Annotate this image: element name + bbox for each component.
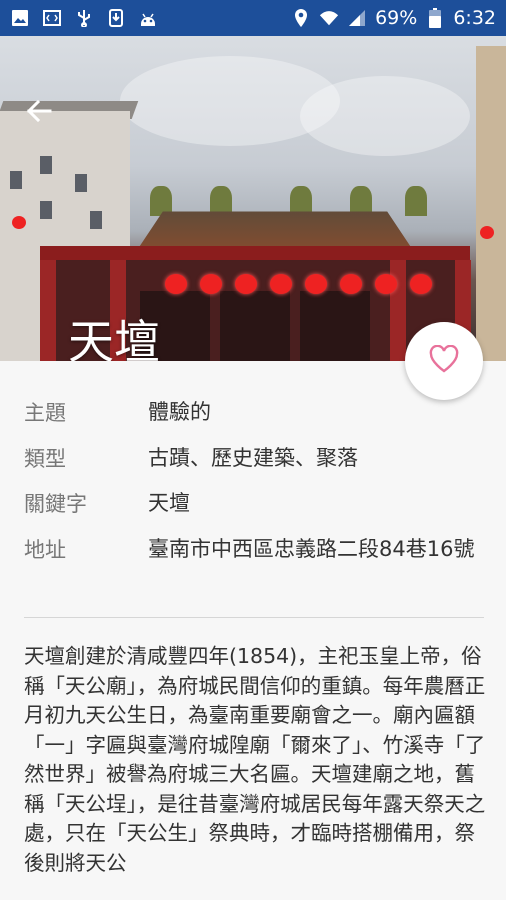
image-icon — [10, 8, 30, 28]
battery-percent: 69% — [375, 7, 418, 29]
download-icon — [106, 8, 126, 28]
detail-value-address[interactable]: 臺南市中西區忠義路二段84巷16號 — [148, 534, 488, 564]
back-arrow-icon[interactable] — [24, 96, 54, 126]
detail-label-address: 地址 — [24, 538, 66, 562]
hero-image: 天壇 — [0, 36, 506, 361]
heart-icon — [429, 344, 459, 377]
divider — [24, 617, 484, 618]
status-bar: 69% 6:32 — [0, 0, 506, 36]
clock: 6:32 — [453, 7, 496, 29]
status-left-icons — [10, 8, 158, 28]
android-icon — [138, 8, 158, 28]
detail-value-keyword: 天壇 — [148, 491, 190, 515]
location-icon — [291, 8, 311, 28]
detail-label-theme: 主題 — [24, 401, 66, 425]
status-right-icons: 69% 6:32 — [291, 7, 496, 29]
usb-icon — [74, 8, 94, 28]
detail-value-theme: 體驗的 — [148, 400, 211, 424]
signal-icon — [347, 8, 367, 28]
wifi-icon — [319, 8, 339, 28]
detail-label-type: 類型 — [24, 447, 66, 471]
detail-value-type: 古蹟、歷史建築、聚落 — [148, 446, 358, 470]
detail-label-keyword: 關鍵字 — [24, 492, 87, 516]
page-title: 天壇 — [68, 315, 160, 361]
description-text: 天壇創建於清咸豐四年(1854)，主祀玉皇上帝，俗稱「天公廟」，為府城民間信仰的… — [24, 644, 486, 875]
code-icon — [42, 8, 62, 28]
favorite-button[interactable] — [405, 322, 483, 400]
battery-icon — [425, 8, 445, 28]
